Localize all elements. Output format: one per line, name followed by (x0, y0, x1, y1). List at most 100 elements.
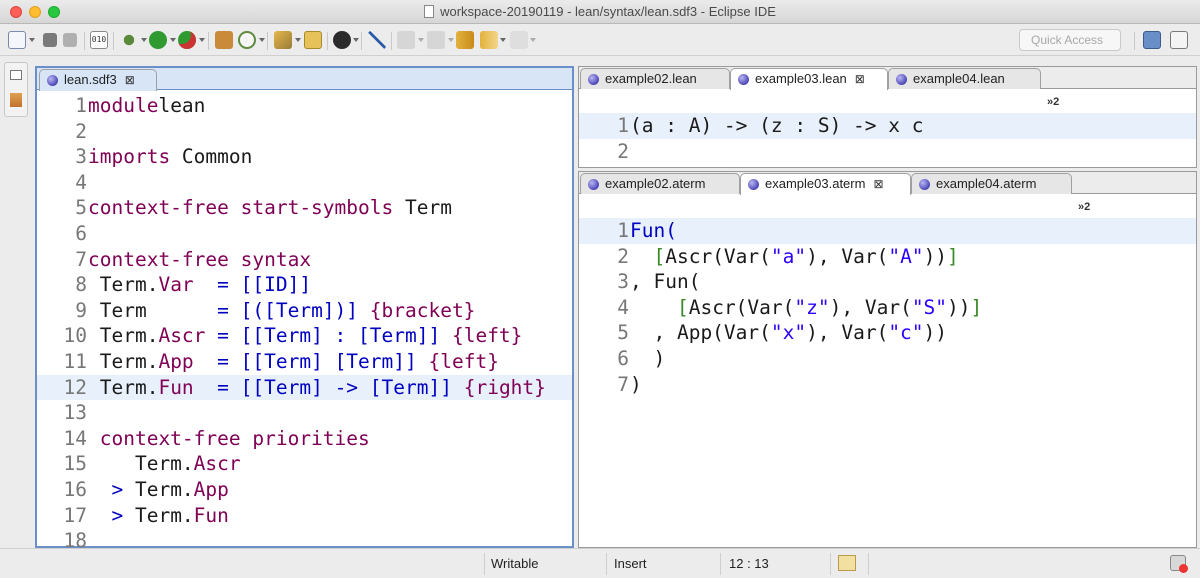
new-class-dropdown-icon[interactable] (259, 38, 265, 42)
back-dropdown-icon[interactable] (500, 38, 506, 42)
run-icon[interactable] (149, 31, 167, 49)
code-line[interactable]: 4 (37, 170, 572, 196)
code-line[interactable]: 13 (37, 400, 572, 426)
line-number: 4 (617, 295, 629, 319)
open-type-icon[interactable] (274, 31, 292, 49)
toolbar-separator (267, 32, 268, 50)
code-token: Fun (193, 503, 229, 527)
code-text: Term.Ascr = [[Term] : [Term]] {left} (88, 323, 523, 349)
tab-example02-aterm[interactable]: example02.aterm (580, 173, 740, 194)
new-icon[interactable] (8, 31, 26, 49)
code-line[interactable]: 3 imports Common (37, 144, 572, 170)
code-line[interactable]: 8 Term.Var = [[ID]] (37, 272, 572, 298)
line-number: 7 (75, 247, 87, 271)
save-all-icon[interactable] (63, 33, 77, 47)
code-line[interactable]: 16 > Term.App (37, 477, 572, 503)
open-type-dropdown-icon[interactable] (295, 38, 301, 42)
external-tools-icon[interactable] (178, 31, 196, 49)
code-line[interactable]: 2 [Ascr(Var("a"), Var("A"))] (579, 244, 1196, 270)
java-perspective-icon[interactable] (1170, 31, 1188, 49)
open-perspective-icon[interactable] (1143, 31, 1161, 49)
code-token: Term. (88, 452, 194, 476)
code-line[interactable]: 7 context-free syntax (37, 247, 572, 273)
code-line[interactable]: 11 Term.App = [[Term] [Term]] {left} (37, 349, 572, 375)
code-line[interactable]: 2 (37, 119, 572, 145)
tab-example03-aterm[interactable]: example03.aterm ⊠ (740, 173, 911, 195)
close-tab-icon[interactable]: ⊠ (125, 73, 135, 87)
line-number: 16 (63, 477, 87, 501)
code-token: Fun( (630, 219, 677, 242)
close-tab-icon[interactable]: ⊠ (855, 72, 865, 86)
debug-dropdown-icon[interactable] (141, 38, 147, 42)
code-text: (a : A) -> (z : S) -> x c (630, 113, 924, 139)
user-icon[interactable] (333, 31, 351, 49)
back-icon[interactable] (480, 31, 498, 49)
status-separator (606, 553, 607, 575)
tab-example02-lean[interactable]: example02.lean (580, 68, 730, 89)
problems-icon[interactable] (1170, 555, 1188, 573)
tab-overflow-button[interactable]: »2 (1047, 96, 1059, 108)
restore-icon[interactable] (10, 70, 22, 80)
open-task-icon[interactable] (304, 31, 322, 49)
code-line[interactable]: 6 (37, 221, 572, 247)
code-token: imports (88, 145, 171, 169)
code-line[interactable]: 15 Term.Ascr (37, 451, 572, 477)
code-token: = [[Term] -> [Term]] (217, 375, 464, 399)
sdf3-code-area[interactable]: 1 modulelean 2 3 imports Common 4 5 context-fre… (37, 93, 572, 554)
new-dropdown-icon[interactable] (29, 38, 35, 42)
lean-file-icon (896, 74, 907, 85)
quick-access-input[interactable]: Quick Access (1019, 29, 1121, 51)
code-token: "S" (911, 295, 948, 319)
code-line[interactable]: 5 context-free start-symbols Term (37, 195, 572, 221)
code-line[interactable]: 10 Term.Ascr = [[Term] : [Term]] {left} (37, 323, 572, 349)
aterm-code-area[interactable]: 1 Fun(2 [Ascr(Var("a"), Var("A"))] 3, Fun(… (579, 218, 1196, 397)
lean-code-area[interactable]: 1 (a : A) -> (z : S) -> x c2 (579, 113, 1196, 164)
status-separator (720, 553, 721, 575)
code-line[interactable]: 14 context-free priorities (37, 426, 572, 452)
run-dropdown-icon[interactable] (170, 38, 176, 42)
main-toolbar: 010 Quick Access (0, 24, 1200, 56)
code-line[interactable]: 1 (a : A) -> (z : S) -> x c (579, 113, 1196, 139)
last-edit-icon[interactable] (456, 31, 474, 49)
code-line[interactable]: 12 Term.Fun = [[Term] -> [Term]] {right} (37, 374, 572, 401)
code-line[interactable]: 1 Fun( (579, 218, 1196, 244)
code-line[interactable]: 3, Fun( (579, 269, 1196, 295)
code-line[interactable]: 5 , App(Var("x"), Var("c")) (579, 320, 1196, 346)
code-line[interactable]: 2 (579, 139, 1196, 165)
tab-example03-lean[interactable]: example03.lean ⊠ (730, 68, 888, 90)
binary-icon[interactable]: 010 (90, 31, 108, 49)
code-token: )) (923, 244, 948, 268)
lean-file-icon (738, 74, 749, 85)
new-class-icon[interactable] (238, 31, 256, 49)
debug-icon[interactable] (120, 31, 138, 49)
tab-lean-sdf3[interactable]: lean.sdf3 ⊠ (39, 69, 157, 91)
progress-icon[interactable] (838, 555, 856, 571)
code-line[interactable]: 7) (579, 372, 1196, 398)
code-token: [ (676, 295, 689, 319)
code-line[interactable]: 4 [Ascr(Var("z"), Var("S"))] (579, 295, 1196, 321)
code-text: context-free start-symbols Term (88, 195, 452, 221)
status-separator (830, 553, 831, 575)
code-line[interactable]: 6 ) (579, 346, 1196, 372)
code-token: Var (158, 273, 194, 297)
sdf3-file-icon (47, 75, 58, 86)
tab-overflow-button[interactable]: »2 (1078, 201, 1090, 213)
package-explorer-icon[interactable] (10, 93, 22, 107)
tab-example04-lean[interactable]: example04.lean (888, 68, 1041, 89)
tab-example04-aterm[interactable]: example04.aterm (911, 173, 1072, 194)
code-text: Term.Var = [[ID]] (88, 272, 311, 298)
external-tools-dropdown-icon[interactable] (199, 38, 205, 42)
user-dropdown-icon[interactable] (353, 38, 359, 42)
code-line[interactable]: 17 > Term.Fun (37, 503, 572, 529)
code-token: ), Var( (829, 295, 912, 319)
line-number: 3 (75, 145, 87, 169)
code-line[interactable]: 9 Term = [([Term])] {bracket} (37, 298, 572, 324)
save-icon[interactable] (43, 33, 57, 47)
document-icon (424, 5, 435, 18)
skip-breakpoints-icon[interactable] (368, 31, 386, 49)
new-package-icon[interactable] (215, 31, 233, 49)
close-tab-icon[interactable]: ⊠ (873, 177, 883, 191)
line-number: 14 (63, 426, 87, 450)
code-line[interactable]: 1 modulelean (37, 93, 572, 119)
